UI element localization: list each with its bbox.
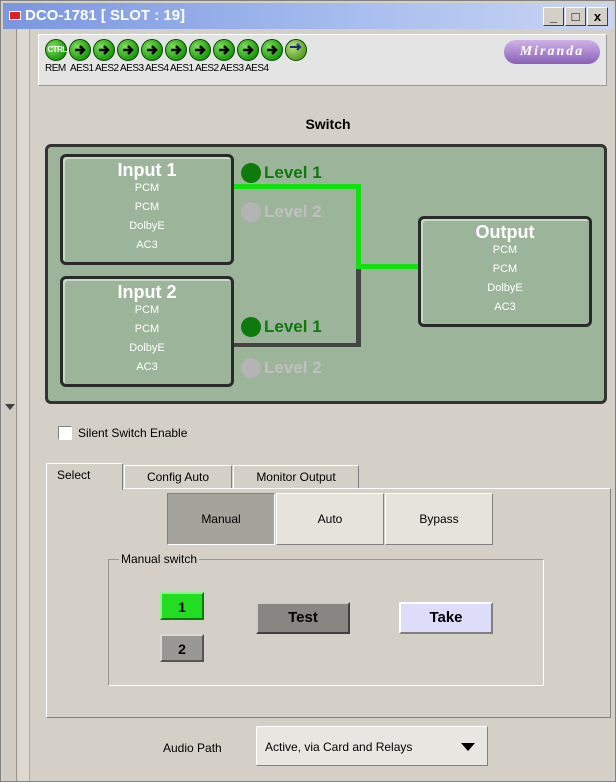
tab-select[interactable]: Select: [46, 463, 123, 490]
input2-line: DolbyE: [129, 342, 165, 354]
close-button[interactable]: x: [587, 7, 608, 26]
tab-config-auto[interactable]: Config Auto: [124, 465, 232, 488]
input2-line: AC3: [136, 361, 158, 373]
switch-status-icon[interactable]: [285, 39, 307, 61]
audio-path-label: Audio Path: [163, 741, 222, 755]
maximize-button[interactable]: □: [565, 7, 586, 26]
aes2-status-icon[interactable]: [117, 39, 139, 61]
minimize-button[interactable]: _: [543, 7, 564, 26]
in2-level2-indicator[interactable]: Level 2: [241, 358, 322, 378]
ctrl-status-icon[interactable]: CTRL: [45, 39, 67, 61]
output-line: PCM: [492, 244, 518, 256]
aes4-label: AES4: [145, 63, 169, 74]
bypass-mode-button[interactable]: Bypass: [385, 493, 493, 545]
app-window: DCO-1781 [ SLOT : 19] _ □ x CTRL REM AES…: [0, 0, 616, 782]
aes4-out-label: AES4: [245, 63, 269, 74]
aes1-label: AES1: [70, 63, 94, 74]
audio-path-dropdown[interactable]: Active, via Card and Relays: [256, 726, 488, 766]
auto-mode-button[interactable]: Auto: [276, 493, 384, 545]
select-tab-panel: Manual Auto Bypass Manual switch 1 2 Tes…: [46, 488, 611, 718]
wire-in1-level1: [234, 184, 361, 189]
expand-arrow-icon[interactable]: [5, 404, 15, 410]
level-label: Level 1: [264, 163, 322, 182]
level-label: Level 2: [264, 202, 322, 221]
aes1-out-status-icon[interactable]: [189, 39, 211, 61]
switch-diagram: Input 1 PCM PCM DolbyE AC3 Input 2 PCM P…: [45, 144, 607, 404]
window-icon: [9, 11, 21, 20]
output-line: AC3: [494, 301, 516, 313]
output-title: Output: [475, 222, 535, 242]
aes4-out-status-icon[interactable]: [261, 39, 283, 61]
manual-switch-label: Manual switch: [119, 552, 200, 566]
wire-active-vertical: [356, 184, 361, 269]
aes3-out-status-icon[interactable]: [237, 39, 259, 61]
level-on-dot-icon: [241, 163, 261, 183]
aes3-label: AES3: [120, 63, 144, 74]
input2-box: Input 2 PCM PCM DolbyE AC3: [60, 276, 234, 387]
window-title: DCO-1781 [ SLOT : 19]: [25, 7, 186, 24]
in2-level1-indicator[interactable]: Level 1: [241, 317, 322, 337]
collapse-strip[interactable]: [3, 29, 17, 781]
input2-line: PCM: [134, 304, 160, 316]
silent-switch-row[interactable]: Silent Switch Enable: [58, 426, 187, 440]
in1-level1-indicator[interactable]: Level 1: [241, 163, 322, 183]
output-box: Output PCM PCM DolbyE AC3: [418, 216, 592, 327]
level-off-dot-icon: [241, 358, 261, 378]
input1-title: Input 1: [117, 160, 177, 180]
status-panel: CTRL REM AES1 AES2 AES3 AES4 AES1 AES2 A…: [38, 34, 607, 86]
aes4-status-icon[interactable]: [165, 39, 187, 61]
output-line: DolbyE: [487, 282, 523, 294]
tab-monitor-output[interactable]: Monitor Output: [233, 465, 359, 488]
input1-line: PCM: [134, 182, 160, 194]
level-label: Level 1: [264, 317, 322, 336]
aes1-out-label: AES1: [170, 63, 194, 74]
wire-to-output: [356, 264, 418, 269]
switch-title: Switch: [305, 116, 351, 132]
level-on-dot-icon: [241, 317, 261, 337]
level-label: Level 2: [264, 358, 322, 377]
input1-line: DolbyE: [129, 220, 165, 232]
aes3-out-label: AES3: [220, 63, 244, 74]
test-button[interactable]: Test: [256, 602, 350, 634]
aes1-status-icon[interactable]: [93, 39, 115, 61]
title-bar[interactable]: DCO-1781 [ SLOT : 19] _ □ x: [3, 3, 613, 29]
rem-label: REM: [45, 63, 66, 74]
silent-switch-checkbox[interactable]: [58, 426, 72, 440]
wire-in2-level1: [234, 343, 361, 347]
aes2-label: AES2: [95, 63, 119, 74]
aes2-out-label: AES2: [195, 63, 219, 74]
level-off-dot-icon: [241, 202, 261, 222]
take-button[interactable]: Take: [399, 602, 493, 634]
miranda-logo: Miranda: [504, 40, 600, 64]
rem-status-icon[interactable]: [69, 39, 91, 61]
audio-path-value: Active, via Card and Relays: [265, 740, 413, 754]
aes2-out-status-icon[interactable]: [213, 39, 235, 61]
chevron-down-icon[interactable]: [461, 743, 475, 751]
input1-select-button[interactable]: 1: [160, 592, 204, 620]
silent-switch-label: Silent Switch Enable: [78, 426, 188, 440]
input2-line: PCM: [134, 323, 160, 335]
output-line: PCM: [492, 263, 518, 275]
main-panel: Switch Input 1 PCM PCM DolbyE AC3 Input …: [38, 89, 613, 779]
input2-select-button[interactable]: 2: [160, 634, 204, 662]
manual-mode-button[interactable]: Manual: [167, 493, 275, 545]
input1-box: Input 1 PCM PCM DolbyE AC3: [60, 154, 234, 265]
side-strip: [18, 29, 30, 781]
input1-line: PCM: [134, 201, 160, 213]
wire-inactive-vertical: [356, 269, 361, 347]
input2-title: Input 2: [117, 282, 177, 302]
aes3-status-icon[interactable]: [141, 39, 163, 61]
input1-line: AC3: [136, 239, 158, 251]
manual-switch-group: Manual switch 1 2 Test Take: [108, 552, 544, 686]
in1-level2-indicator[interactable]: Level 2: [241, 202, 322, 222]
